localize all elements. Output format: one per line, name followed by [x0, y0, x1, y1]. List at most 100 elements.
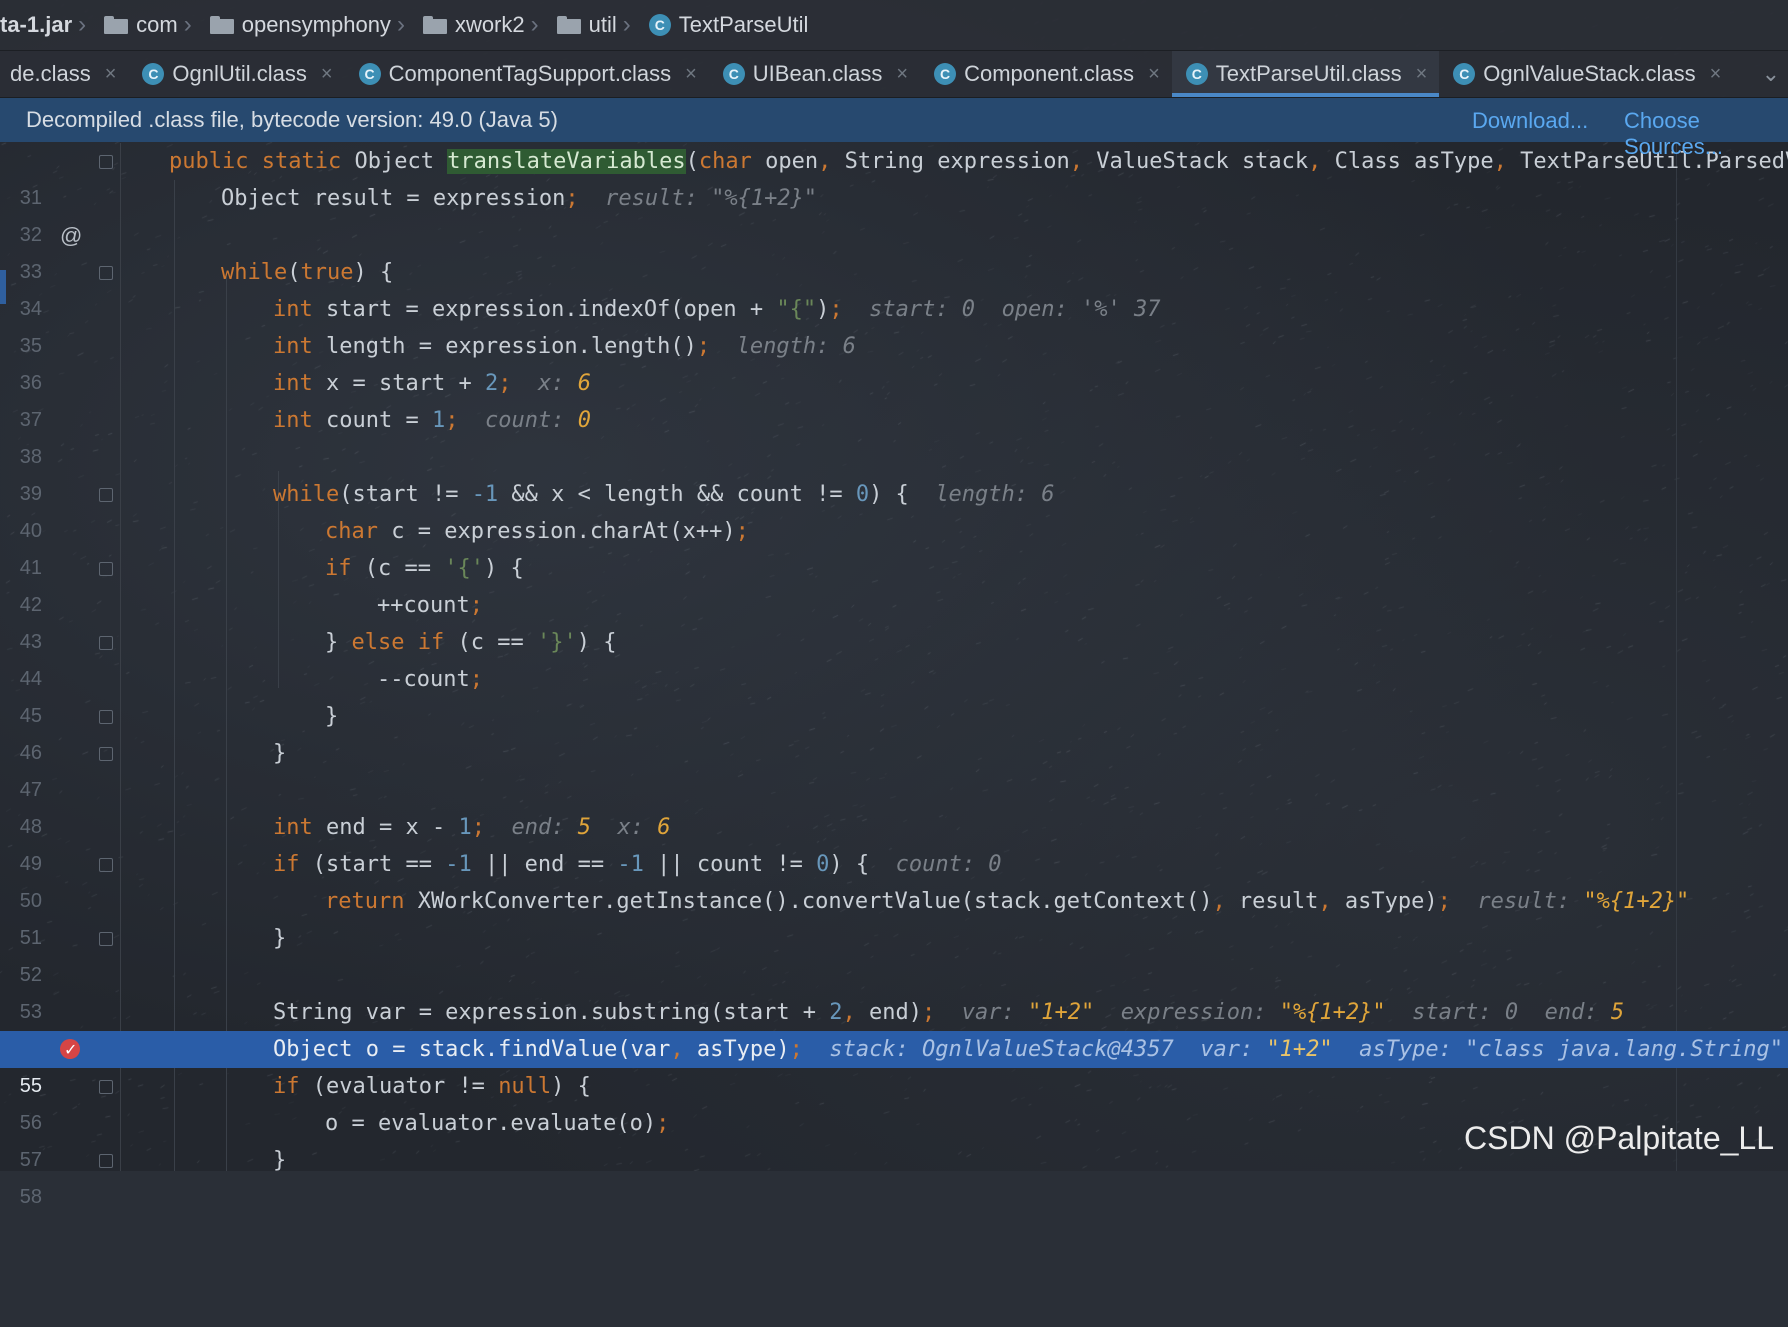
close-icon[interactable]: ×: [685, 63, 697, 86]
tab-de-class[interactable]: de.class ×: [0, 51, 128, 97]
code-line-36[interactable]: 36 int length = expression.length(); len…: [0, 328, 1788, 394]
code-line-52[interactable]: 52 }: [0, 920, 1788, 986]
code-line-56[interactable]: 56 if (evaluator != null) {: [0, 1068, 1788, 1134]
gutter-scroll-marker: [0, 270, 6, 304]
code-line-39[interactable]: 39: [0, 439, 1788, 505]
code-token: -1: [617, 852, 644, 877]
code-token: String var = expression.substring(start …: [273, 1000, 830, 1025]
code-token: ,: [842, 1000, 856, 1025]
code-token: Object result = expression: [221, 186, 566, 211]
code-line-46[interactable]: 46 }: [0, 698, 1788, 764]
inline-debug-value: 6: [657, 815, 671, 840]
code-line-40[interactable]: 40 while(start != -1 && x < length && co…: [0, 476, 1788, 542]
code-line-45[interactable]: 45 --count;: [0, 661, 1788, 727]
breadcrumb-item-com[interactable]: com ›: [100, 0, 206, 50]
tab-label: TextParseUtil.class: [1215, 61, 1402, 86]
code-token: (: [685, 149, 699, 174]
code-line-41[interactable]: 41 char c = expression.charAt(x++);: [0, 513, 1788, 579]
tab-uibean-class[interactable]: C UIBean.class ×: [709, 51, 920, 97]
code-token: (start ==: [299, 852, 446, 877]
code-token: (start !=: [339, 482, 472, 507]
code-token: }: [273, 741, 287, 766]
code-text: public static Object translateVariables(…: [169, 143, 1788, 180]
folder-icon: [422, 16, 447, 34]
code-token: --count: [377, 667, 470, 692]
breadcrumb-separator-icon: ›: [78, 11, 87, 38]
code-line-43[interactable]: 43 ++count;: [0, 587, 1788, 653]
choose-sources-link[interactable]: Choose Sources...: [1624, 108, 1788, 160]
fold-icon[interactable]: [99, 155, 113, 169]
code-text: }: [273, 1142, 286, 1179]
code-token: int: [273, 371, 313, 396]
tab-ognlutil-class[interactable]: C OgnlUtil.class ×: [128, 51, 344, 97]
close-icon[interactable]: ×: [321, 63, 333, 86]
close-icon[interactable]: ×: [105, 63, 117, 86]
close-icon[interactable]: ×: [896, 63, 908, 86]
inline-debug-hint: start: 0: [869, 297, 976, 322]
close-icon[interactable]: ×: [1710, 63, 1722, 86]
code-token: ,: [1212, 889, 1226, 914]
code-token: "{": [776, 297, 817, 322]
code-line-33[interactable]: 33: [0, 217, 1788, 283]
code-token: String expression: [831, 149, 1070, 174]
tab-label: Component.class: [964, 61, 1135, 86]
code-line-38[interactable]: 38 int count = 1; count: 0: [0, 402, 1788, 468]
fold-icon[interactable]: [99, 710, 113, 724]
folder-icon: [209, 16, 234, 34]
code-token: int: [273, 408, 313, 433]
code-token: end): [855, 1000, 923, 1025]
code-token: }: [325, 704, 339, 729]
fold-icon[interactable]: [99, 562, 113, 576]
code-line-48[interactable]: 48: [0, 772, 1788, 838]
fold-icon[interactable]: [99, 1080, 113, 1094]
code-token: ;: [565, 186, 579, 211]
inline-debug-value: "%{1+2}": [1279, 1000, 1386, 1025]
fold-icon[interactable]: [99, 747, 113, 761]
breadcrumb-item-jar[interactable]: ta-1.jar ›: [0, 0, 100, 50]
code-token: ;: [656, 1111, 670, 1136]
code-line-32[interactable]: 32 Object result = expression; result: "…: [0, 180, 1788, 246]
code-line-51[interactable]: 51 return XWorkConverter.getInstance().c…: [0, 883, 1788, 949]
code-text: int count = 1; count: 0: [273, 402, 591, 439]
code-line-50[interactable]: 50 if (start == -1 || end == -1 || count…: [0, 846, 1788, 912]
tab-label: UIBean.class: [752, 61, 883, 86]
code-line-34[interactable]: 34 while(true) {: [0, 254, 1788, 320]
code-line-37[interactable]: 37 int x = start + 2; x: 6: [0, 365, 1788, 431]
tab-component-class[interactable]: C Component.class ×: [920, 51, 1172, 97]
breakpoint-icon[interactable]: [60, 1031, 80, 1068]
code-token: if: [273, 852, 300, 877]
code-line-54[interactable]: 54 String var = expression.substring(sta…: [0, 994, 1788, 1060]
code-line-49[interactable]: 49 int end = x - 1; end: 5 x: 6: [0, 809, 1788, 875]
tab-textparseutil-class[interactable]: C TextParseUtil.class ×: [1171, 51, 1440, 97]
current-execution-line-55[interactable]: 55 Object o = stack.findValue(var, asTyp…: [0, 1031, 1788, 1097]
fold-icon[interactable]: [99, 1154, 113, 1168]
code-line-47[interactable]: 47 }: [0, 735, 1788, 801]
code-line-44[interactable]: 44 } else if (c == '}') {: [0, 624, 1788, 690]
close-icon[interactable]: ×: [1416, 63, 1428, 86]
tab-ognlvaluestack-class[interactable]: C OgnlValueStack.class ×: [1439, 51, 1733, 97]
code-token-highlighted: translateVariables: [447, 149, 686, 174]
inline-debug-hint: length: 6: [935, 482, 1055, 507]
breadcrumb-item-xwork2[interactable]: xwork2 ›: [419, 0, 553, 50]
fold-icon[interactable]: [99, 488, 113, 502]
close-icon[interactable]: ×: [1148, 63, 1160, 86]
code-line-31[interactable]: 31 @ public static Object translateVaria…: [0, 143, 1788, 248]
code-token: Class asType: [1321, 149, 1494, 174]
code-text: Object result = expression; result: "%{1…: [221, 180, 817, 217]
fold-icon[interactable]: [99, 932, 113, 946]
breadcrumb-item-util[interactable]: util ›: [553, 0, 645, 50]
fold-icon[interactable]: [99, 266, 113, 280]
breadcrumb-item-textparseutil[interactable]: C TextParseUtil: [645, 0, 815, 50]
inline-debug-hint: result: "%{1+2}": [605, 186, 818, 211]
fold-icon[interactable]: [99, 858, 113, 872]
code-line-42[interactable]: 42 if (c == '{') {: [0, 550, 1788, 616]
tab-componenttagsupport-class[interactable]: C ComponentTagSupport.class ×: [345, 51, 709, 97]
code-editor[interactable]: 31 @ public static Object translateVaria…: [0, 143, 1788, 1208]
tab-overflow-chevron-icon[interactable]: ⌄: [1754, 51, 1788, 97]
code-token: result: [1225, 889, 1319, 914]
code-line-53[interactable]: 53: [0, 957, 1788, 1023]
code-line-35[interactable]: 35 int start = expression.indexOf(open +…: [0, 291, 1788, 357]
breadcrumb-item-opensymphony[interactable]: opensymphony ›: [206, 0, 419, 50]
fold-icon[interactable]: [99, 636, 113, 650]
download-link[interactable]: Download...: [1472, 108, 1588, 134]
